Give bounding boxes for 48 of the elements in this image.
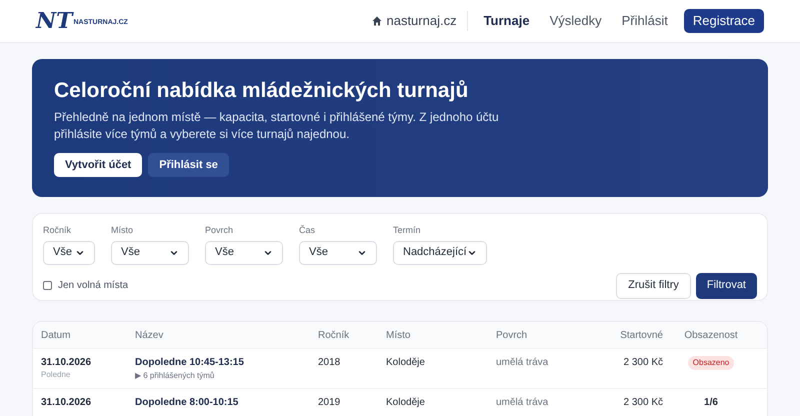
filter-label: Ročník	[43, 224, 72, 237]
filter-label: Místo	[111, 224, 134, 237]
column-header: Název	[135, 328, 164, 342]
home-icon	[372, 16, 382, 26]
filter-select[interactable]: Vše	[299, 240, 377, 264]
nav-link[interactable]: Turnaje	[474, 11, 540, 31]
fee-cell: 2 300 Kč	[624, 356, 663, 369]
column-header: Datum	[41, 328, 72, 342]
teams-toggle[interactable]: ▶ 6 přihlášených týmů	[135, 369, 318, 383]
filter-select[interactable]: Nadcházející	[393, 240, 487, 264]
filter-button[interactable]: Filtrovat	[696, 272, 757, 298]
free-only-label: Jen volná místa	[58, 279, 128, 293]
tournament-name[interactable]: Dopoledne 8:00-10:15	[135, 396, 318, 409]
column-header: Ročník	[318, 328, 350, 342]
period-text: Poledne	[41, 369, 72, 380]
login-button[interactable]: Přihlásit se	[148, 153, 229, 177]
create-account-button[interactable]: Vytvořit účet	[54, 153, 142, 177]
nav-link[interactable]: Výsledky	[540, 11, 612, 31]
surface-cell-text: umělá tráva	[496, 356, 550, 369]
surface-cell-text: umělá tráva	[496, 396, 550, 409]
date-cell-text: 31.10.2026	[41, 396, 92, 409]
capacity-cell: 1/6	[704, 396, 718, 409]
year-cell-text: 2018	[318, 356, 342, 369]
filter-select[interactable]: Vše	[205, 240, 283, 264]
register-button[interactable]: Registrace	[684, 9, 764, 33]
hero-text: Přehledně na jednom místě — kapacita, startovné i přihlášené týmy. Z jednoho účtu přihlásite více týmů a vyberete si více turnajů najednou.	[54, 109, 500, 143]
free-only-checkbox[interactable]	[43, 281, 52, 290]
date-cell-text: 31.10.2026	[41, 356, 92, 369]
reset-filters-button[interactable]: Zrušit filtry	[616, 272, 691, 298]
column-header: Obsazenost	[684, 328, 738, 342]
filter-label: Čas	[299, 224, 316, 237]
filter-label: Povrch	[205, 224, 234, 237]
column-header: Místo	[386, 328, 412, 342]
place-cell-text: Koloděje	[386, 356, 426, 369]
filter-select[interactable]: Vše	[111, 240, 189, 264]
column-header: Startovné	[620, 328, 663, 342]
tournament-name[interactable]: Dopoledne 10:45-13:15	[135, 356, 318, 369]
nav-link[interactable]: Přihlásit	[612, 11, 678, 31]
column-header: Povrch	[496, 328, 528, 342]
hero-title: Celoroční nabídka mládežnických turnajů	[54, 78, 470, 104]
place-cell-text: Koloděje	[386, 396, 426, 409]
fee-cell: 2 300 Kč	[624, 396, 663, 409]
logo-mark: NT	[36, 10, 72, 32]
filter-select[interactable]: Vše	[43, 240, 95, 264]
full-badge: Obsazeno	[688, 356, 734, 370]
filter-label: Termín	[393, 224, 422, 237]
year-cell-text: 2019	[318, 396, 342, 409]
home-link[interactable]: nasturnaj.cz	[372, 11, 468, 31]
